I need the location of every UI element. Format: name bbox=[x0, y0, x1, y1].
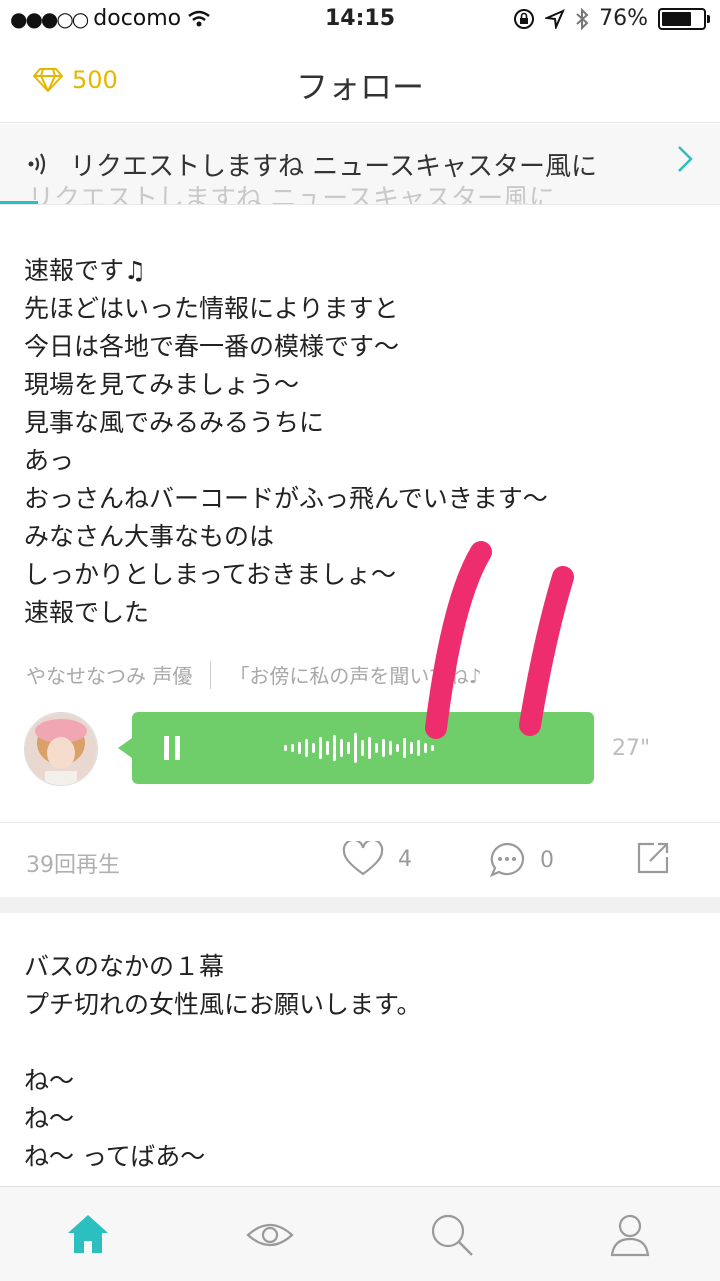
status-icons: 76% bbox=[513, 6, 710, 31]
play-count: 39回再生 bbox=[26, 853, 120, 878]
heart-icon bbox=[342, 841, 384, 876]
share-icon bbox=[637, 842, 669, 874]
post-divider bbox=[0, 897, 720, 913]
post-text: 速報です♫ 先ほどはいった情報によりますと 今日は各地で春一番の模様です〜 現場… bbox=[24, 256, 548, 627]
status-bar: ●●●○○ docomo 14:15 76% bbox=[0, 0, 720, 40]
home-icon bbox=[68, 1215, 108, 1253]
chevron-right-icon[interactable] bbox=[676, 144, 694, 182]
avatar[interactable] bbox=[24, 712, 98, 786]
author-name[interactable]: やなせなつみ 声優 bbox=[26, 660, 192, 689]
request-progress bbox=[0, 201, 38, 204]
tab-discover[interactable] bbox=[246, 1211, 294, 1259]
tab-search[interactable] bbox=[428, 1211, 476, 1259]
like-count: 4 bbox=[398, 846, 412, 872]
speaker-icon bbox=[28, 153, 46, 175]
lock-rotation-icon bbox=[514, 8, 535, 29]
voice-player[interactable] bbox=[118, 712, 594, 784]
comment-count: 0 bbox=[540, 847, 554, 873]
comment-icon bbox=[489, 842, 525, 878]
share-button[interactable] bbox=[636, 841, 670, 875]
request-title-ghost: リクエストしますね ニュースキャスター風に bbox=[28, 184, 555, 205]
post-actions: 39回再生 4 0 bbox=[0, 822, 720, 897]
bluetooth-icon bbox=[576, 7, 589, 30]
request-banner[interactable]: リクエストしますね ニュースキャスター風に リクエストしますね ニュースキャスタ… bbox=[0, 124, 720, 205]
meta-divider bbox=[210, 660, 212, 689]
tab-bar bbox=[0, 1186, 720, 1281]
nav-header: 500 フォロー bbox=[0, 40, 720, 123]
tab-home[interactable] bbox=[64, 1211, 112, 1259]
comment-button[interactable]: 0 bbox=[488, 841, 554, 879]
search-icon bbox=[431, 1214, 473, 1256]
waveform-icon bbox=[284, 730, 434, 766]
battery-percent: 76% bbox=[599, 6, 648, 31]
page-title: フォロー bbox=[295, 68, 424, 106]
battery-icon bbox=[658, 7, 710, 30]
eye-icon bbox=[246, 1223, 294, 1247]
like-button[interactable]: 4 bbox=[342, 841, 412, 877]
tab-profile[interactable] bbox=[606, 1211, 654, 1259]
post-meta: やなせなつみ 声優 「お傍に私の声を聞いてね♪ bbox=[26, 660, 482, 689]
profile-icon bbox=[610, 1214, 650, 1257]
battery-level bbox=[662, 11, 691, 26]
author-quote: 「お傍に私の声を聞いてね♪ bbox=[229, 664, 482, 688]
post-text-2: バスのなかの１幕 プチ切れの女性風にお願いします。 ね〜 ね〜 ね〜 ってばあ〜 bbox=[24, 952, 422, 1171]
voice-duration: 27" bbox=[612, 736, 651, 761]
location-icon bbox=[545, 8, 566, 29]
pause-icon[interactable] bbox=[162, 736, 182, 760]
